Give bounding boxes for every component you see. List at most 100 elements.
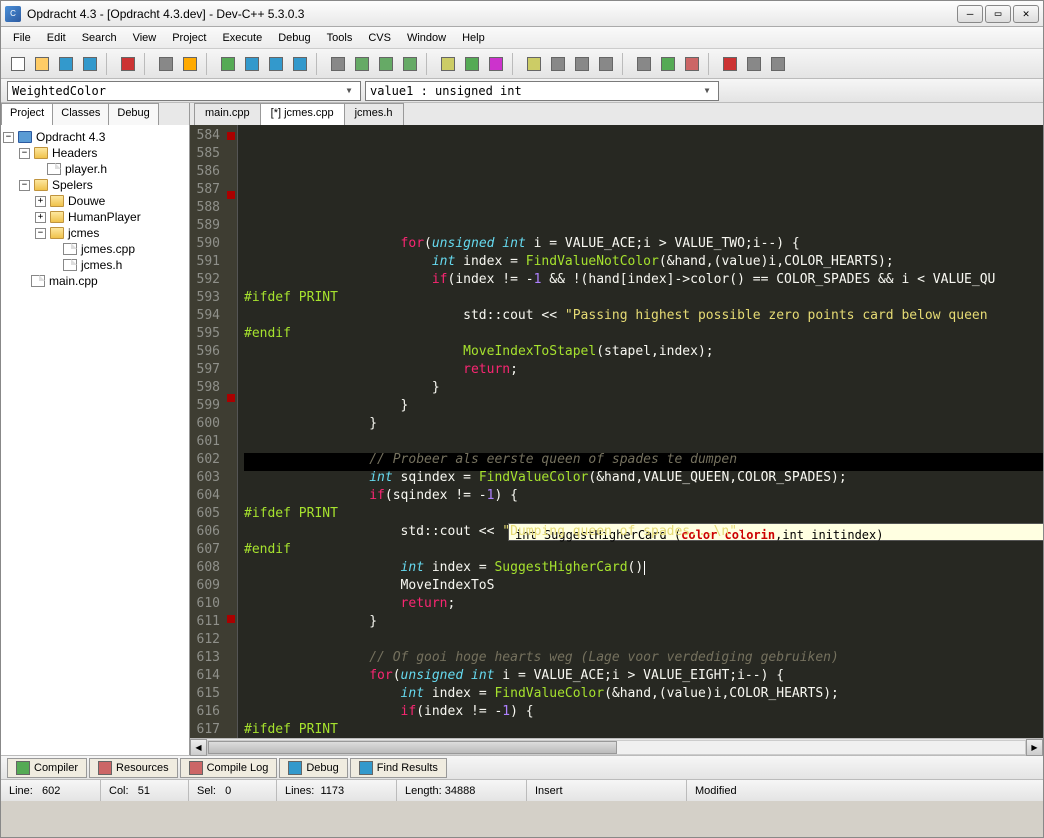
editor-tab[interactable]: jcmes.h	[344, 103, 404, 125]
profile-button[interactable]	[485, 53, 507, 75]
maximize-button[interactable]: ▭	[985, 5, 1011, 23]
collapse-icon[interactable]: −	[19, 148, 30, 159]
step-button[interactable]	[719, 53, 741, 75]
side-tab-classes[interactable]: Classes	[52, 103, 109, 125]
stepover-button[interactable]	[743, 53, 765, 75]
fold-marker[interactable]	[227, 132, 235, 140]
output-tab-resources[interactable]: Resources	[89, 758, 178, 778]
code-line[interactable]: return;	[244, 361, 1043, 379]
menu-debug[interactable]: Debug	[270, 30, 318, 46]
code-line[interactable]: MoveIndexToStapel(stapel,index);	[244, 343, 1043, 361]
close-button[interactable]: ✕	[1013, 5, 1039, 23]
member-dropdown[interactable]: value1 : unsigned int ▼	[365, 81, 719, 101]
code-line[interactable]: #ifdef PRINT	[244, 505, 1043, 523]
tree-folder-douwe[interactable]: + Douwe	[3, 193, 187, 209]
menu-cvs[interactable]: CVS	[360, 30, 399, 46]
menu-view[interactable]: View	[125, 30, 165, 46]
tree-file[interactable]: player.h	[3, 161, 187, 177]
saveall-button[interactable]	[79, 53, 101, 75]
code-line[interactable]	[244, 433, 1043, 451]
editor-tab[interactable]: [*] jcmes.cpp	[260, 103, 345, 125]
menu-help[interactable]: Help	[454, 30, 493, 46]
menu-project[interactable]: Project	[164, 30, 214, 46]
horizontal-scrollbar[interactable]: ◀ ▶	[190, 738, 1043, 755]
code-line[interactable]: }	[244, 613, 1043, 631]
fold-marker[interactable]	[227, 615, 235, 623]
rebuild-button[interactable]	[437, 53, 459, 75]
tree-file[interactable]: main.cpp	[3, 273, 187, 289]
findnext-button[interactable]	[289, 53, 311, 75]
tree-folder-humanplayer[interactable]: + HumanPlayer	[3, 209, 187, 225]
menu-search[interactable]: Search	[74, 30, 125, 46]
output-tab-compiler[interactable]: Compiler	[7, 758, 87, 778]
tree-folder-jcmes[interactable]: − jcmes	[3, 225, 187, 241]
code-line[interactable]: MoveIndexToS	[244, 577, 1043, 595]
menu-window[interactable]: Window	[399, 30, 454, 46]
code-editor[interactable]: 5845855865875885895905915925935945955965…	[190, 125, 1043, 738]
tree-folder-headers[interactable]: − Headers	[3, 145, 187, 161]
window2-button[interactable]	[547, 53, 569, 75]
code-line[interactable]: int index = FindValueColor(&hand,(value)…	[244, 685, 1043, 703]
output-tab-find[interactable]: Find Results	[350, 758, 447, 778]
code-line[interactable]: return;	[244, 595, 1043, 613]
code-line[interactable]: if(index != -1) {	[244, 703, 1043, 721]
close-button[interactable]	[117, 53, 139, 75]
debug-start-button[interactable]	[461, 53, 483, 75]
save-button[interactable]	[55, 53, 77, 75]
output-tab-compilelog[interactable]: Compile Log	[180, 758, 278, 778]
menu-file[interactable]: File	[5, 30, 39, 46]
code-line[interactable]: for(unsigned int i = VALUE_ACE;i > VALUE…	[244, 235, 1043, 253]
print-button[interactable]	[155, 53, 177, 75]
code-line[interactable]: if(index != -1 && !(hand[index]->color()…	[244, 271, 1043, 289]
menu-edit[interactable]: Edit	[39, 30, 74, 46]
open-button[interactable]	[31, 53, 53, 75]
fold-marker[interactable]	[227, 191, 235, 199]
window4-button[interactable]	[595, 53, 617, 75]
find-button[interactable]	[241, 53, 263, 75]
stepout-button[interactable]	[767, 53, 789, 75]
code-line[interactable]: }	[244, 379, 1043, 397]
chart-button[interactable]	[657, 53, 679, 75]
code-line[interactable]	[244, 631, 1043, 649]
compilerun-button[interactable]	[399, 53, 421, 75]
code-line[interactable]: std::cout << "Passing highest possible z…	[244, 307, 1043, 325]
new-button[interactable]	[7, 53, 29, 75]
code-content[interactable]: int SuggestHigherCard (color colorin,int…	[238, 125, 1043, 738]
code-line[interactable]: #endif	[244, 541, 1043, 559]
minimize-button[interactable]: —	[957, 5, 983, 23]
code-line[interactable]: #ifdef PRINT	[244, 721, 1043, 738]
menu-execute[interactable]: Execute	[214, 30, 270, 46]
code-line[interactable]: #ifdef PRINT	[244, 289, 1043, 307]
collapse-icon[interactable]: −	[3, 132, 14, 143]
check-button[interactable]	[633, 53, 655, 75]
tree-file[interactable]: jcmes.cpp	[3, 241, 187, 257]
code-line[interactable]: }	[244, 397, 1043, 415]
output-tab-debug[interactable]: Debug	[279, 758, 347, 778]
code-line[interactable]: for(unsigned int i = VALUE_ACE;i > VALUE…	[244, 667, 1043, 685]
redo-button[interactable]	[217, 53, 239, 75]
code-line[interactable]: int index = SuggestHigherCard()	[244, 559, 1043, 577]
scroll-right-button[interactable]: ▶	[1026, 739, 1043, 756]
code-line[interactable]: // Probeer als eerste queen of spades te…	[244, 451, 1043, 469]
code-line[interactable]: int sqindex = FindValueColor(&hand,VALUE…	[244, 469, 1043, 487]
tree-file[interactable]: jcmes.h	[3, 257, 187, 273]
tree-root[interactable]: − Opdracht 4.3	[3, 129, 187, 145]
code-line[interactable]: }	[244, 415, 1043, 433]
code-line[interactable]: #endif	[244, 325, 1043, 343]
expand-icon[interactable]: +	[35, 212, 46, 223]
scroll-left-button[interactable]: ◀	[190, 739, 207, 756]
compile-button[interactable]	[351, 53, 373, 75]
tree-folder-spelers[interactable]: − Spelers	[3, 177, 187, 193]
scroll-track[interactable]	[207, 740, 1026, 755]
goto-button[interactable]	[327, 53, 349, 75]
run-button[interactable]	[375, 53, 397, 75]
project-tree[interactable]: − Opdracht 4.3 − Headers player.h − Spel…	[1, 125, 189, 755]
fold-marker[interactable]	[227, 394, 235, 402]
scroll-thumb[interactable]	[208, 741, 617, 754]
side-tab-debug[interactable]: Debug	[108, 103, 158, 125]
editor-tab[interactable]: main.cpp	[194, 103, 261, 125]
class-dropdown[interactable]: WeightedColor ▼	[7, 81, 361, 101]
undo-button[interactable]	[179, 53, 201, 75]
replace-button[interactable]	[265, 53, 287, 75]
menu-tools[interactable]: Tools	[319, 30, 361, 46]
